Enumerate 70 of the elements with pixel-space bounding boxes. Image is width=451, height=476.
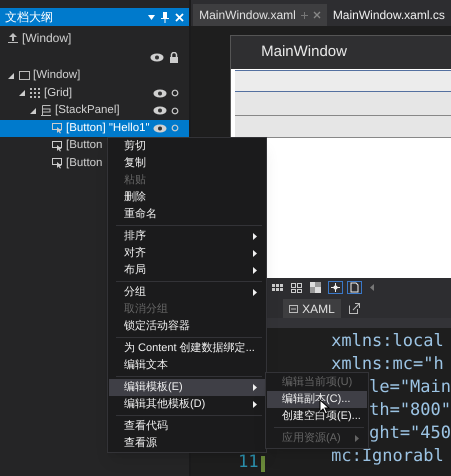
code-line: ght="450	[369, 422, 451, 445]
designer-button[interactable]	[235, 116, 451, 138]
window-icon[interactable]	[19, 70, 30, 82]
tree-item-label[interactable]: [StackPanel]	[55, 102, 120, 120]
eye-icon[interactable]	[150, 52, 164, 62]
button-icon[interactable]	[52, 157, 63, 170]
designer-button[interactable]	[235, 92, 451, 116]
tree-row-highlight[interactable]: [Button] "Hello1"	[0, 120, 190, 137]
menu-item[interactable]: 编辑模板(E)	[109, 379, 265, 396]
editor-tab[interactable]: MainWindow.xaml	[193, 4, 327, 26]
pin-icon[interactable]	[161, 12, 170, 22]
code-line: xmlns:local	[331, 330, 444, 353]
submenu-arrow-icon[interactable]	[253, 401, 257, 408]
document-icon[interactable]	[347, 280, 362, 294]
close-icon[interactable]	[312, 11, 321, 19]
menu-item[interactable]: 编辑文本	[109, 357, 265, 374]
menu-item[interactable]: 创建空白项(E)...	[267, 408, 367, 425]
xaml-tab[interactable]: XAML	[283, 299, 341, 318]
line-number: 11	[238, 451, 260, 474]
eye-icon[interactable]	[153, 88, 168, 98]
eye-icon[interactable]	[153, 106, 168, 116]
tree-item-label[interactable]: [Grid]	[44, 84, 72, 102]
grid-icon[interactable]	[30, 87, 41, 100]
expand-arrow-icon[interactable]	[19, 90, 25, 96]
code-line: xmlns:mc="h	[331, 353, 444, 376]
menu-item[interactable]: 对齐	[109, 245, 265, 262]
tree-item-label[interactable]: [Button	[66, 137, 102, 154]
menu-item[interactable]: 查看代码	[109, 418, 265, 435]
designer-window-title: MainWindow	[261, 42, 347, 62]
tree-item-label[interactable]: [Window]	[33, 67, 80, 84]
menu-item[interactable]: 排序	[109, 228, 265, 245]
dropdown-icon[interactable]	[148, 14, 156, 20]
stack-panel-icon[interactable]	[41, 104, 52, 117]
panel-title: 文档大纲	[5, 9, 54, 26]
code-line: th="800"	[369, 399, 451, 422]
popout-icon[interactable]	[348, 303, 360, 314]
submenu-arrow-icon[interactable]	[253, 289, 257, 296]
menu-item[interactable]: 删除	[109, 189, 265, 206]
menu-item[interactable]: 复制	[109, 155, 265, 172]
menu-item[interactable]: 分组	[109, 284, 265, 301]
expand-arrow-icon[interactable]	[8, 72, 14, 79]
eye-icon[interactable]	[153, 124, 168, 133]
up-arrow-icon[interactable]	[8, 33, 18, 43]
lock-icon[interactable]	[169, 52, 180, 62]
tree-item-label[interactable]: [Button] "Hello1"	[66, 120, 150, 137]
root-label[interactable]: [Window]	[22, 29, 72, 47]
dot-icon[interactable]	[171, 124, 180, 132]
pin-icon[interactable]	[300, 12, 308, 18]
menu-item[interactable]: 剪切	[109, 138, 265, 155]
menu-item[interactable]: 为 Content 创建数据绑定...	[109, 340, 265, 357]
menu-item[interactable]: 重命名	[109, 206, 265, 223]
menu-item[interactable]: 查看源	[109, 435, 265, 452]
change-marker	[261, 456, 266, 472]
code-line: le="Main	[369, 376, 451, 399]
code-icon[interactable]	[289, 304, 298, 312]
button-icon[interactable]	[52, 140, 63, 152]
code-line: mc:Ignorabl	[331, 445, 444, 468]
crosshair-icon[interactable]	[328, 280, 344, 294]
menu-item[interactable]: 锁定活动容器	[109, 318, 265, 335]
dot-icon[interactable]	[171, 89, 180, 98]
submenu-arrow-icon[interactable]	[253, 384, 257, 391]
submenu-arrow-icon[interactable]	[253, 250, 257, 257]
designer-button[interactable]	[235, 70, 451, 92]
submenu-arrow-icon[interactable]	[253, 233, 257, 240]
menu-item[interactable]: 编辑其他模板(D)	[109, 396, 265, 413]
tree-item-label[interactable]: [Button	[66, 154, 102, 172]
expand-arrow-icon[interactable]	[30, 108, 36, 114]
menu-item[interactable]: 布局	[109, 262, 265, 279]
dot-icon[interactable]	[171, 106, 180, 115]
submenu-arrow-icon[interactable]	[253, 267, 257, 274]
